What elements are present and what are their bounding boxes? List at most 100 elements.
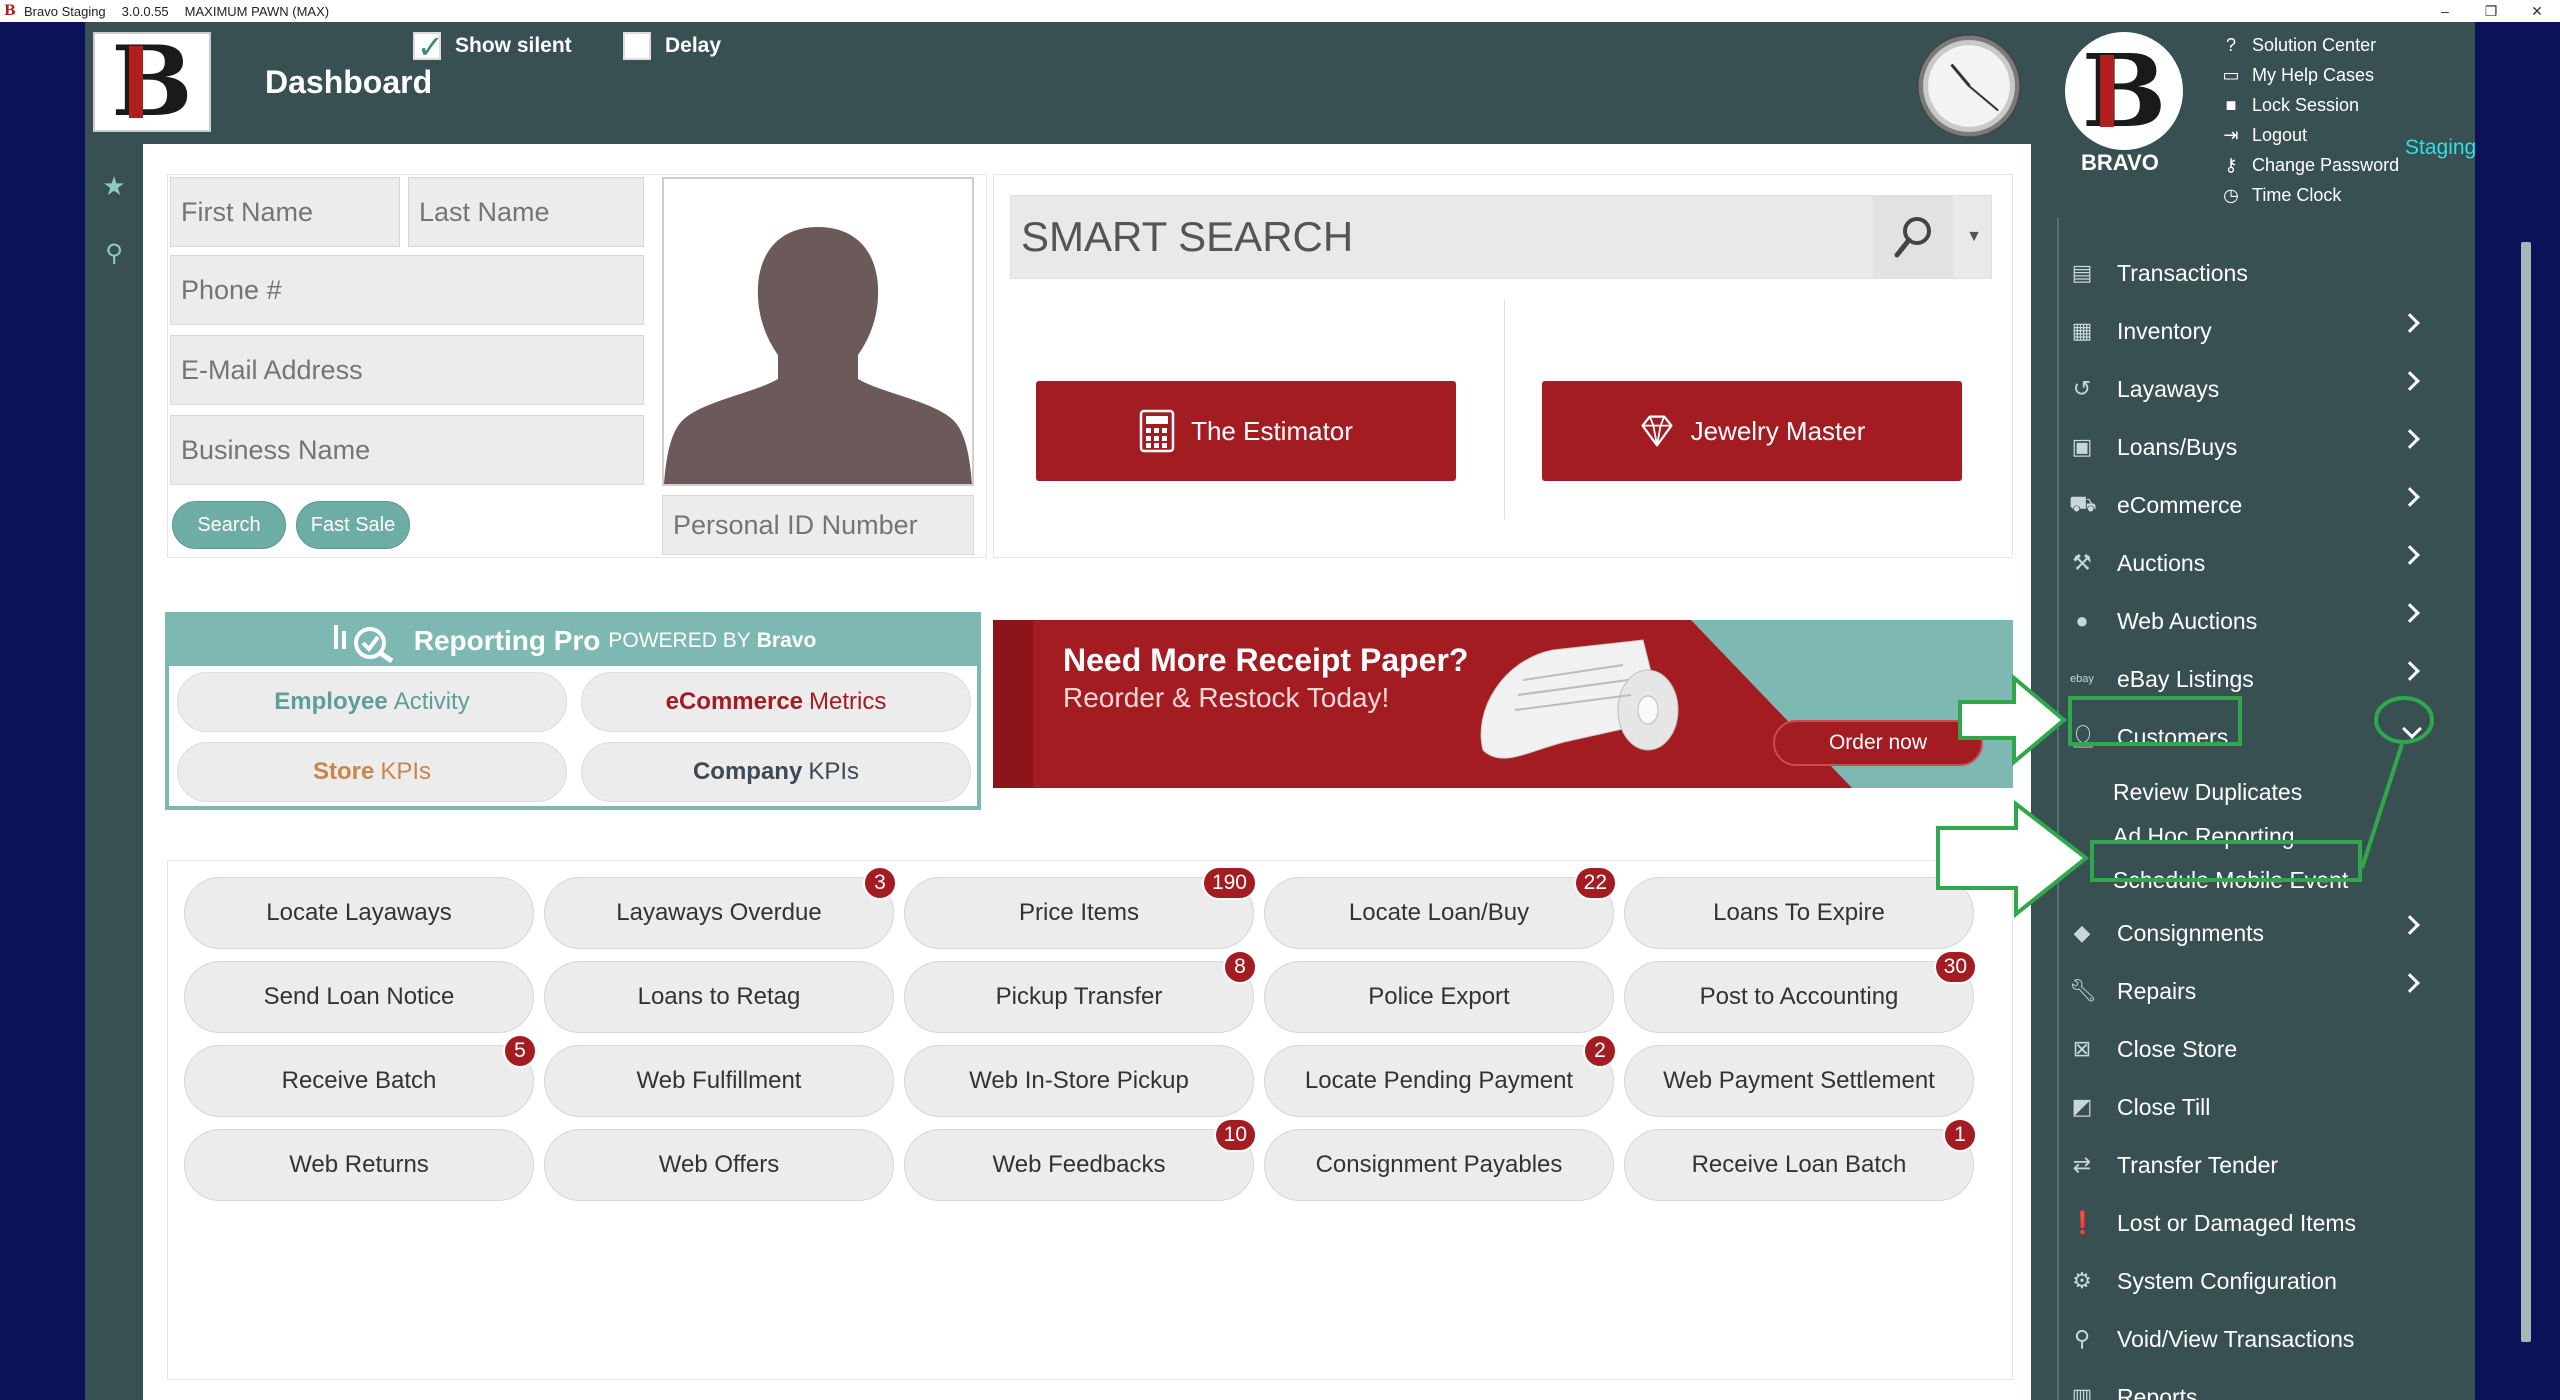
nav-close-store[interactable]: ⊠ Close Store [2069,1020,2429,1078]
schedule-mobile-event-highlight [2090,840,2362,882]
web-returns-button[interactable]: Web Returns [184,1129,534,1201]
first-name-input[interactable] [170,177,400,247]
nav-layaways[interactable]: ↺ Layaways [2069,360,2429,418]
time-clock-link[interactable]: ◷ Time Clock [2220,180,2399,210]
count-badge: 8 [1223,950,1257,984]
delay-toggle[interactable]: Delay [623,32,721,60]
bravo-logo-small[interactable]: B [93,32,211,132]
reporting-pro-header: Reporting Pro POWERED BY Bravo [169,616,977,666]
nav-consignments[interactable]: ◆ Consignments [2069,904,2429,962]
store-name: MAXIMUM PAWN (MAX) [184,3,330,19]
receive-loan-batch-button[interactable]: Receive Loan Batch 1 [1624,1118,1977,1201]
layaways-overdue-button[interactable]: Layaways Overdue 3 [544,866,897,949]
locate-loan-buy-button[interactable]: Locate Loan/Buy 22 [1264,866,1617,949]
chevron-down-icon[interactable]: ▼ [1955,196,1993,278]
solution-center-link[interactable]: ? Solution Center [2220,30,2399,60]
nav-auctions[interactable]: ⚒ Auctions [2069,534,2429,592]
lock-icon: ■ [2225,94,2237,115]
key-icon: ⚷ [2224,154,2238,175]
help-links: ? Solution Center ▭ My Help Cases ■ Lock… [2220,30,2399,210]
consignment-payables-button[interactable]: Consignment Payables [1264,1129,1614,1201]
nav-transfer-tender[interactable]: ⇄ Transfer Tender [2069,1136,2429,1194]
close-button[interactable]: ✕ [2514,0,2560,22]
nav-ecommerce[interactable]: ⛟ eCommerce [2069,476,2429,534]
show-silent-toggle[interactable]: Show silent [413,28,572,66]
smart-search-button[interactable] [1873,196,1953,278]
nav-loans-buys[interactable]: ▣ Loans/Buys [2069,418,2429,476]
change-password-link[interactable]: ⚷ Change Password [2220,150,2399,180]
delay-label: Delay [665,34,722,57]
restore-button[interactable]: ❐ [2468,0,2514,22]
dashboard-main: Search Fast Sale ▼ [143,144,2031,1400]
chevron-right-icon [2400,603,2420,623]
star-icon[interactable]: ★ [100,172,128,200]
ecommerce-metrics-button[interactable]: eCommerce Metrics [581,672,971,732]
nav-repairs[interactable]: 🔧︎ Repairs [2069,962,2429,1020]
jewelry-master-label: Jewelry Master [1690,415,1866,446]
loans-to-expire-button[interactable]: Loans To Expire [1624,877,1974,949]
web-feedbacks-button[interactable]: Web Feedbacks 10 [904,1118,1257,1201]
nav-lost-damaged-items[interactable]: ❗ Lost or Damaged Items [2069,1194,2429,1252]
locate-layaways-button[interactable]: Locate Layaways [184,877,534,949]
receive-batch-button[interactable]: Receive Batch 5 [184,1034,537,1117]
post-to-accounting-button[interactable]: Post to Accounting 30 [1624,950,1977,1033]
chevron-right-icon [2400,915,2420,935]
nav-reports[interactable]: ▥ Reports [2069,1368,2429,1400]
web-payment-settlement-button[interactable]: Web Payment Settlement [1624,1045,1974,1117]
web-in-store-pickup-button[interactable]: Web In-Store Pickup [904,1045,1254,1117]
calculator-icon [1139,409,1175,453]
nav-web-auctions[interactable]: ● Web Auctions [2069,592,2429,650]
nav-void-view-transactions[interactable]: ⚲ Void/View Transactions [2069,1310,2429,1368]
store-kpis-button[interactable]: Store KPIs [177,742,567,802]
diamond-icon [1641,415,1673,447]
smart-search-input[interactable] [1011,196,1871,278]
estimator-button[interactable]: The Estimator [1036,381,1456,481]
link-icon[interactable]: ⚲ [100,240,128,268]
nav-inventory[interactable]: ▦ Inventory [2069,302,2429,360]
receipt-paper-banner[interactable]: Need More Receipt Paper? Reorder & Resto… [993,620,2013,788]
order-now-button[interactable]: Order now [1773,720,1983,766]
web-offers-button[interactable]: Web Offers [544,1129,894,1201]
jewelry-master-button[interactable]: Jewelry Master [1542,381,1962,481]
nav-close-till[interactable]: ◩ Close Till [2069,1078,2429,1136]
banner-subline: Reorder & Restock Today! [1063,682,1390,713]
fast-sale-button[interactable]: Fast Sale [296,501,410,549]
nav-system-configuration[interactable]: ⚙ System Configuration [2069,1252,2429,1310]
minimize-button[interactable]: – [2422,0,2468,22]
business-name-input[interactable] [170,415,644,485]
my-help-cases-link[interactable]: ▭ My Help Cases [2220,60,2399,90]
logout-link[interactable]: ⇥ Logout [2220,120,2399,150]
powered-by-label: POWERED BY [608,629,751,652]
phone-input[interactable] [170,255,644,325]
staging-label: Staging [2405,136,2477,159]
nav-scrollbar[interactable] [2521,242,2531,1342]
lock-session-link[interactable]: ■ Lock Session [2220,90,2399,120]
email-input[interactable] [170,335,644,405]
nav-transactions[interactable]: ▤ Transactions [2069,244,2429,302]
loans-to-retag-button[interactable]: Loans to Retag [544,961,894,1033]
locate-pending-payment-button[interactable]: Locate Pending Payment 2 [1264,1034,1617,1117]
nav-review-duplicates[interactable]: Review Duplicates [2113,772,2302,812]
police-export-button[interactable]: Police Export [1264,961,1614,1033]
customer-photo[interactable] [662,177,974,486]
chevron-right-icon [2400,313,2420,333]
search-button[interactable]: Search [172,501,286,549]
search-icon: ⚲ [2073,1326,2091,1351]
show-silent-checkbox[interactable] [413,28,444,66]
powered-by-brand: Bravo [756,629,817,652]
delay-checkbox[interactable] [623,32,651,60]
report-icon: ▥ [2071,1384,2093,1400]
company-kpis-button[interactable]: Company KPIs [581,742,971,802]
count-badge: 10 [1213,1118,1257,1152]
show-silent-label: Show silent [455,34,572,57]
last-name-input[interactable] [408,177,644,247]
price-items-button[interactable]: Price Items 190 [904,866,1257,949]
folder-icon: ▭ [2222,64,2240,85]
web-fulfillment-button[interactable]: Web Fulfillment [544,1045,894,1117]
send-loan-notice-button[interactable]: Send Loan Notice [184,961,534,1033]
receipt-roll-icon [1480,639,1679,759]
personal-id-input[interactable] [662,495,974,555]
pickup-transfer-button[interactable]: Pickup Transfer 8 [904,950,1257,1033]
chevron-right-icon [2400,545,2420,565]
employee-activity-button[interactable]: Employee Activity [177,672,567,732]
